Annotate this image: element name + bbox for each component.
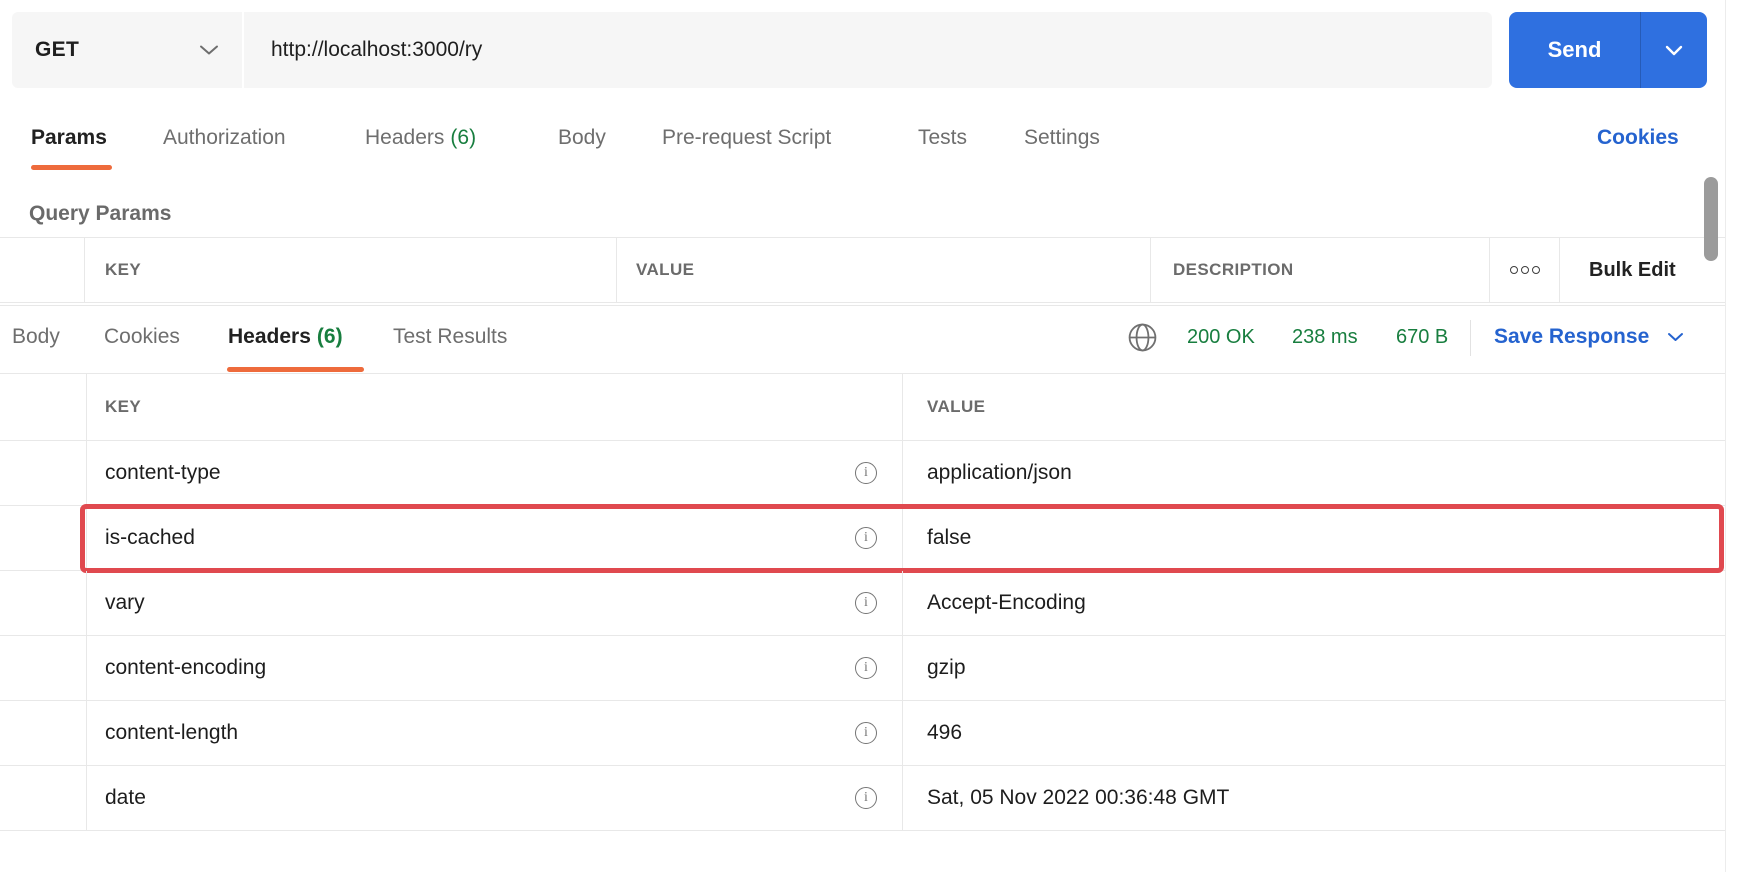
gutter-cell (0, 701, 87, 765)
response-table-header-row: KEY VALUE (0, 374, 1725, 441)
gutter-cell (0, 441, 87, 505)
tab-params[interactable]: Params (31, 106, 113, 170)
header-key-cell: content-encoding i (87, 636, 903, 700)
header-value: false (927, 526, 971, 550)
header-value-cell: Accept-Encoding (903, 571, 1725, 635)
save-response-button[interactable]: Save Response (1494, 306, 1685, 368)
response-tab-cookies[interactable]: Cookies (104, 306, 186, 368)
header-key-cell: content-length i (87, 701, 903, 765)
value-column-header: VALUE (617, 238, 1151, 302)
header-key: date (105, 786, 146, 810)
active-tab-underline (227, 367, 364, 372)
tab-headers[interactable]: Headers (6) (365, 106, 476, 170)
header-key: vary (105, 591, 145, 615)
tab-authorization[interactable]: Authorization (163, 106, 292, 170)
tab-body[interactable]: Body (558, 106, 612, 170)
status-code: 200 OK (1187, 306, 1255, 368)
globe-icon[interactable] (1127, 306, 1158, 368)
header-value-cell: 496 (903, 701, 1725, 765)
response-tabbar: Body Cookies Headers (6) Test Results 20… (0, 306, 1725, 373)
response-headers-count-badge: (6) (317, 325, 343, 349)
gutter-cell (0, 374, 87, 440)
key-column-header: KEY (105, 397, 141, 417)
table-row: date i Sat, 05 Nov 2022 00:36:48 GMT (0, 766, 1725, 831)
checkbox-column-header (0, 238, 85, 302)
request-tabbar: Params Authorization Headers (6) Body Pr… (0, 106, 1725, 170)
response-size: 670 B (1396, 306, 1448, 368)
gutter-cell (0, 506, 87, 570)
headers-count-badge: (6) (450, 126, 476, 150)
send-split-button: Send (1509, 12, 1707, 88)
header-value-cell: application/json (903, 441, 1725, 505)
header-key: content-encoding (105, 656, 266, 680)
table-row: content-length i 496 (0, 701, 1725, 766)
header-value-cell: false (903, 506, 1725, 570)
response-time: 238 ms (1292, 306, 1358, 368)
header-value-cell: Sat, 05 Nov 2022 00:36:48 GMT (903, 766, 1725, 830)
vertical-scrollbar-thumb[interactable] (1704, 177, 1718, 261)
header-value: gzip (927, 656, 966, 680)
send-options-button[interactable] (1641, 12, 1707, 88)
header-key-cell: is-cached i (87, 506, 903, 570)
response-tab-headers[interactable]: Headers (6) (228, 306, 343, 368)
url-input[interactable] (244, 38, 1492, 62)
query-params-title: Query Params (29, 202, 171, 226)
table-row: content-encoding i gzip (0, 636, 1725, 701)
more-options-icon[interactable] (1490, 238, 1560, 302)
response-tab-test-results[interactable]: Test Results (393, 306, 513, 368)
header-key: is-cached (105, 526, 195, 550)
description-column-header: DESCRIPTION (1151, 238, 1490, 302)
header-value-cell: gzip (903, 636, 1725, 700)
table-row: vary i Accept-Encoding (0, 571, 1725, 636)
info-icon[interactable]: i (855, 787, 877, 809)
gutter-cell (0, 571, 87, 635)
header-value: Sat, 05 Nov 2022 00:36:48 GMT (927, 786, 1229, 810)
header-key: content-length (105, 721, 238, 745)
tab-settings[interactable]: Settings (1024, 106, 1106, 170)
http-method-select[interactable]: GET (12, 12, 242, 88)
tab-pre-request-script[interactable]: Pre-request Script (662, 106, 837, 170)
header-key-cell: content-type i (87, 441, 903, 505)
response-headers-rows: content-type i application/json is-cache… (0, 441, 1725, 831)
key-column-header: KEY (85, 238, 617, 302)
header-key-cell: date i (87, 766, 903, 830)
header-value: 496 (927, 721, 962, 745)
info-icon[interactable]: i (855, 462, 877, 484)
bulk-edit-button[interactable]: Bulk Edit (1560, 238, 1725, 302)
query-params-header-row: KEY VALUE DESCRIPTION Bulk Edit (0, 237, 1725, 303)
info-icon[interactable]: i (855, 657, 877, 679)
table-row: content-type i application/json (0, 441, 1725, 506)
divider (1470, 320, 1471, 356)
info-icon[interactable]: i (855, 592, 877, 614)
value-column-header: VALUE (927, 397, 985, 417)
chevron-down-icon (1664, 44, 1684, 57)
active-tab-underline (31, 165, 112, 170)
chevron-down-icon (198, 43, 220, 57)
pane-right-border (1725, 0, 1726, 872)
api-client-window: GET Send Params Authorization Headers (6… (0, 0, 1746, 872)
response-headers-table: KEY VALUE content-type i application/jso… (0, 373, 1725, 831)
tab-tests[interactable]: Tests (918, 106, 973, 170)
url-field-container (244, 12, 1492, 88)
gutter-cell (0, 766, 87, 830)
send-button[interactable]: Send (1509, 12, 1641, 88)
table-row-highlighted: is-cached i false (0, 506, 1725, 571)
response-tab-body[interactable]: Body (12, 306, 66, 368)
header-value: application/json (927, 461, 1072, 485)
header-key-cell: vary i (87, 571, 903, 635)
header-value: Accept-Encoding (927, 591, 1086, 615)
cookies-link[interactable]: Cookies (1597, 106, 1679, 170)
header-key: content-type (105, 461, 221, 485)
http-method-value: GET (35, 38, 79, 62)
info-icon[interactable]: i (855, 527, 877, 549)
chevron-down-icon (1666, 331, 1685, 343)
gutter-cell (0, 636, 87, 700)
info-icon[interactable]: i (855, 722, 877, 744)
